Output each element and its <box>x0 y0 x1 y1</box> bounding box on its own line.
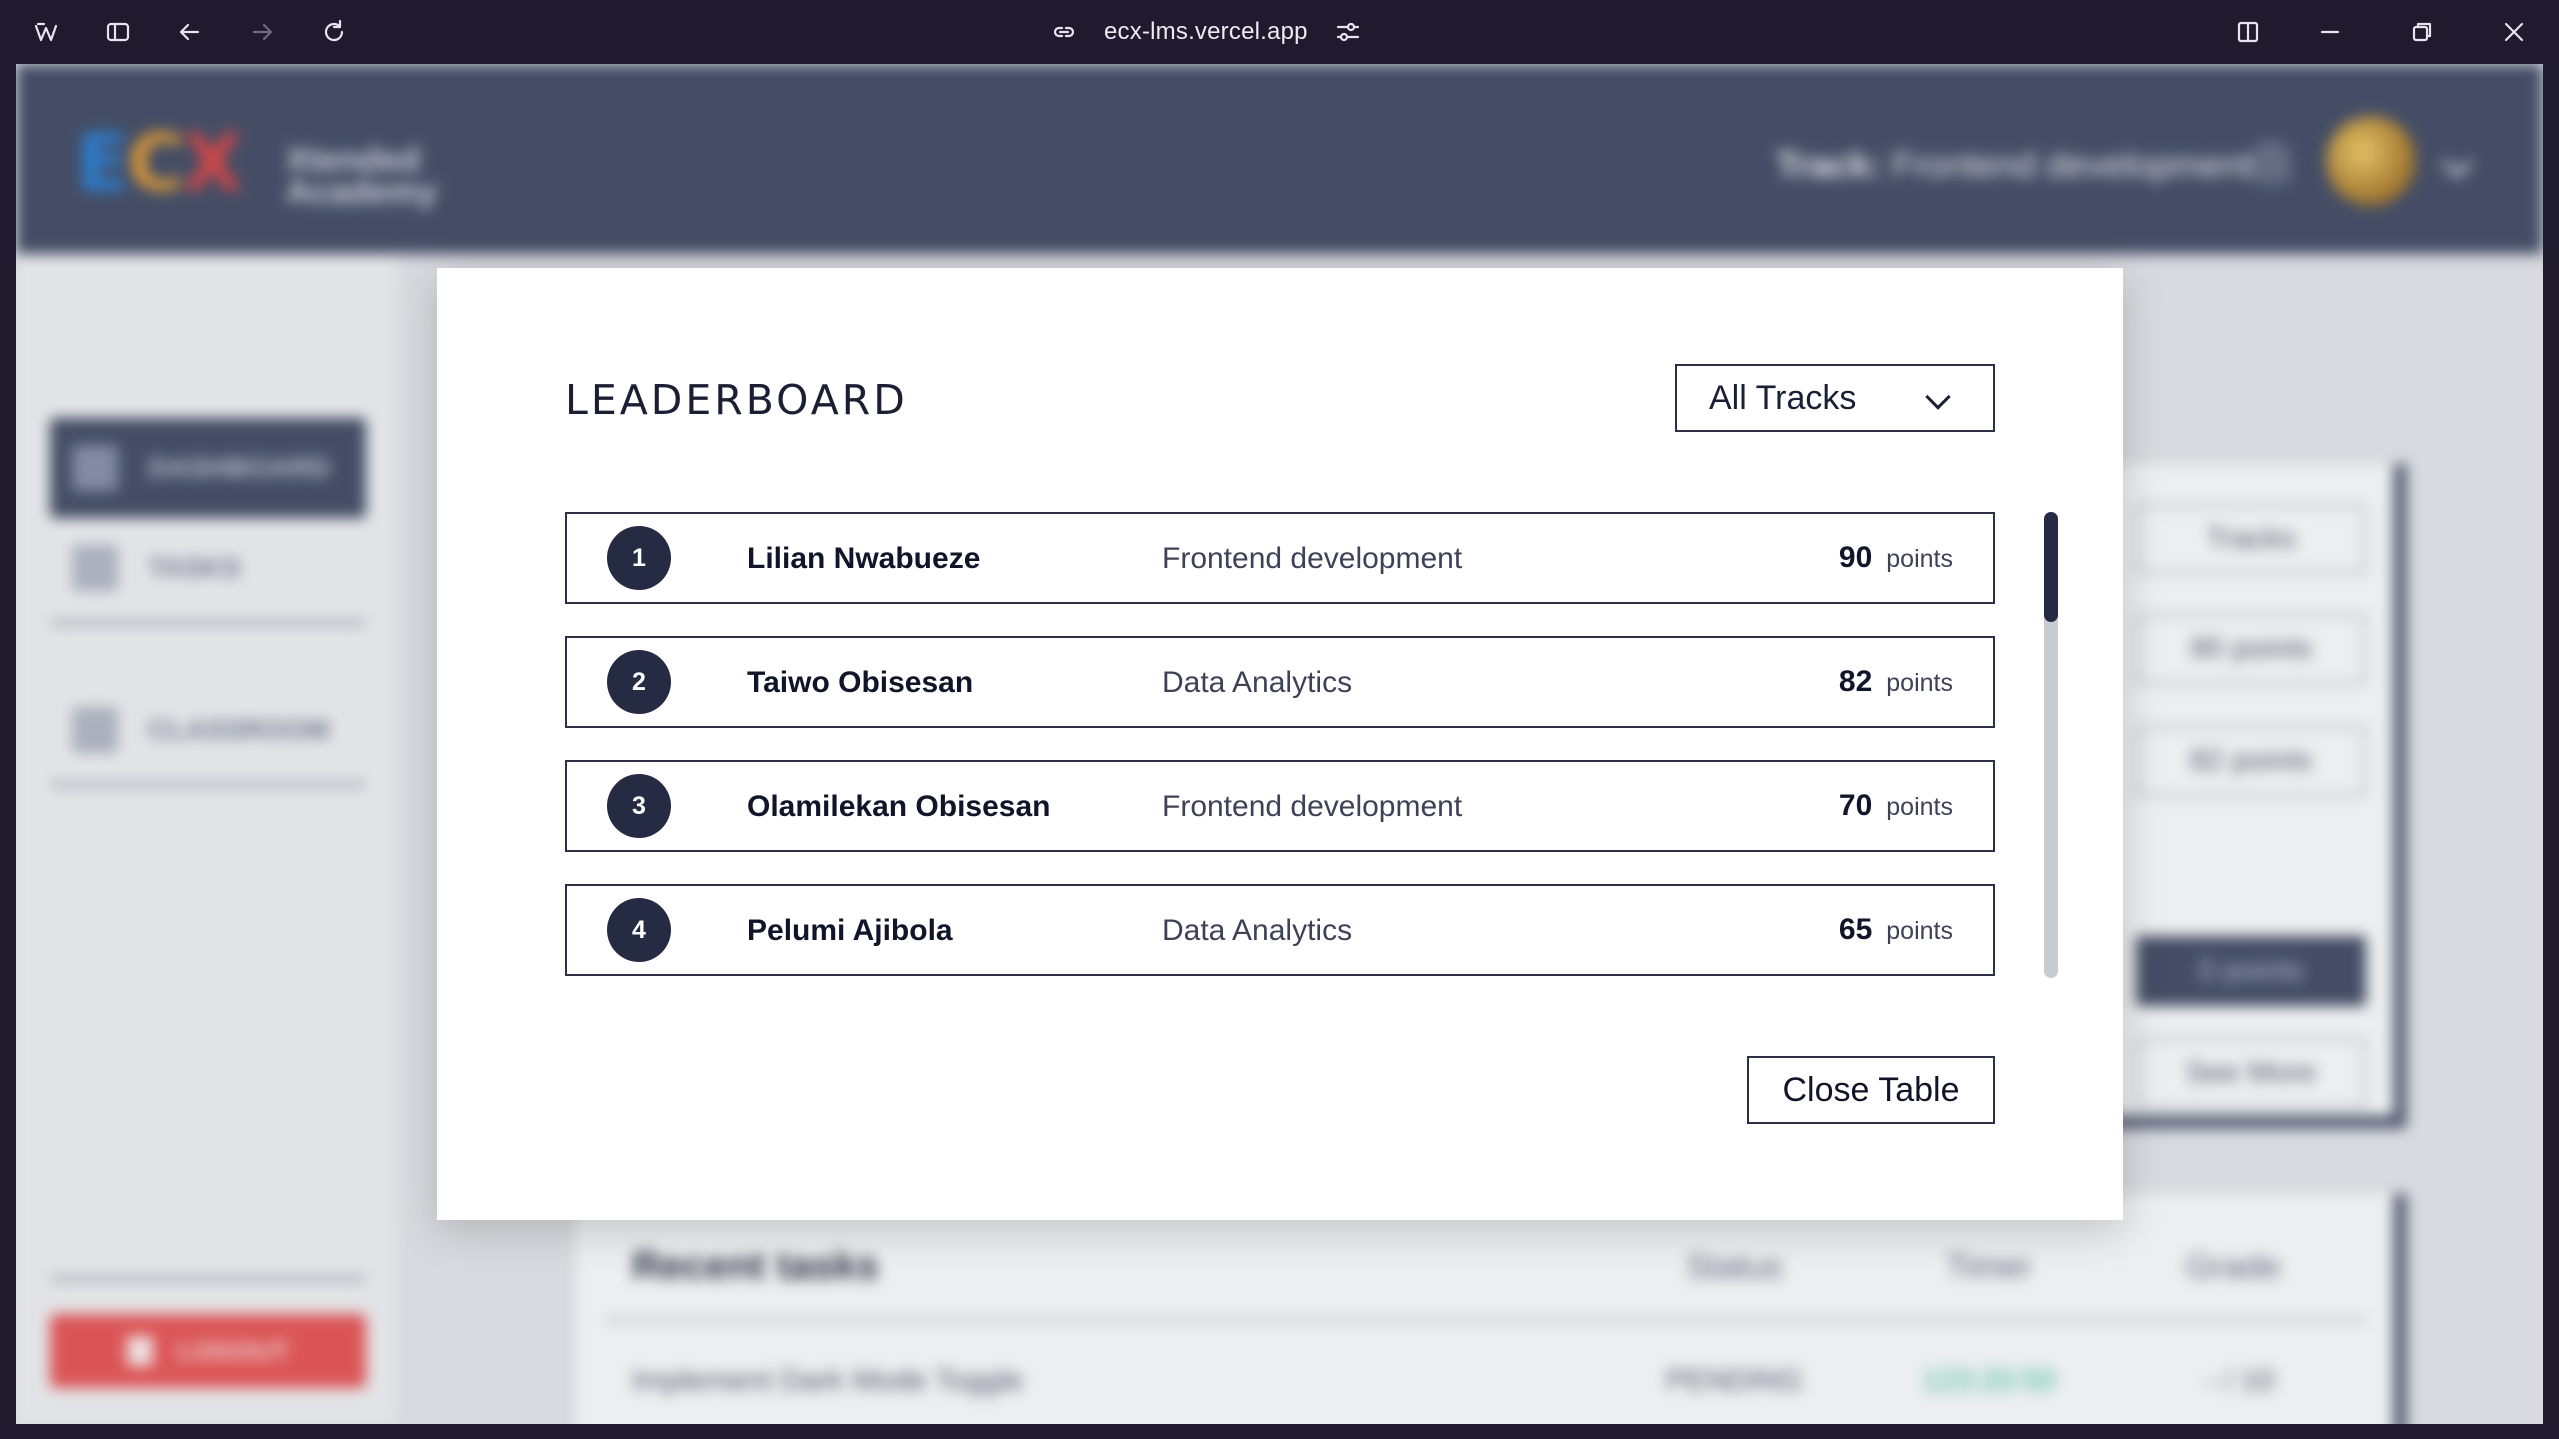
rank-badge: 3 <box>607 774 671 838</box>
browser-toolbar: ecx-lms.vercel.app <box>0 0 2559 64</box>
back-arrow-icon[interactable] <box>172 14 208 50</box>
points-value: 90 <box>1838 541 1873 574</box>
minimize-icon[interactable] <box>2312 14 2348 50</box>
points-unit: points <box>1886 669 1953 697</box>
track-filter-value: All Tracks <box>1709 378 1857 417</box>
student-track: Frontend development <box>1162 790 1463 823</box>
forward-arrow-icon[interactable] <box>244 14 280 50</box>
reload-icon[interactable] <box>316 14 352 50</box>
points-value: 65 <box>1838 913 1873 946</box>
rank-badge: 1 <box>607 526 671 590</box>
rank-badge: 2 <box>607 650 671 714</box>
student-track: Frontend development <box>1162 542 1463 575</box>
student-name: Taiwo Obisesan <box>747 666 974 699</box>
student-name: Lilian Nwabueze <box>747 542 981 575</box>
address-url[interactable]: ecx-lms.vercel.app <box>1104 18 1308 46</box>
points: 82 points <box>1839 665 1953 699</box>
leaderboard-row: 2 Taiwo Obisesan Data Analytics 82 points <box>565 636 1995 728</box>
sidebar-toggle-icon[interactable] <box>100 14 136 50</box>
close-window-icon[interactable] <box>2496 14 2532 50</box>
leaderboard-modal: LEADERBOARD All Tracks 1 Lilian Nwabueze… <box>437 268 2123 1220</box>
address-bar[interactable]: ecx-lms.vercel.app <box>1050 12 1362 52</box>
points-unit: points <box>1886 793 1953 821</box>
leaderboard-row: 4 Pelumi Ajibola Data Analytics 65 points <box>565 884 1995 976</box>
student-name: Pelumi Ajibola <box>747 914 953 947</box>
points: 65 points <box>1839 913 1953 947</box>
points-value: 82 <box>1838 665 1873 698</box>
points: 70 points <box>1839 789 1953 823</box>
student-track: Data Analytics <box>1162 666 1353 699</box>
student-name: Olamilekan Obisesan <box>747 790 1051 823</box>
link-icon <box>1053 26 1075 38</box>
split-view-icon[interactable] <box>2230 14 2266 50</box>
scrollbar-thumb[interactable] <box>2044 512 2058 622</box>
leaderboard-row: 1 Lilian Nwabueze Frontend development 9… <box>565 512 1995 604</box>
rank-badge: 4 <box>607 898 671 962</box>
scrollbar[interactable] <box>2044 512 2058 978</box>
restore-icon[interactable] <box>2404 14 2440 50</box>
student-track: Data Analytics <box>1162 914 1353 947</box>
points-value: 70 <box>1838 789 1873 822</box>
chevron-down-icon <box>1925 384 1951 410</box>
points: 90 points <box>1839 541 1953 575</box>
site-settings-icon[interactable] <box>1334 18 1362 46</box>
leaderboard-title: LEADERBOARD <box>565 376 908 424</box>
points-unit: points <box>1886 917 1953 945</box>
leaderboard-row: 3 Olamilekan Obisesan Frontend developme… <box>565 760 1995 852</box>
browser-menu-icon[interactable] <box>28 14 64 50</box>
close-table-button[interactable]: Close Table <box>1747 1056 1995 1124</box>
track-filter-select[interactable]: All Tracks <box>1675 364 1995 432</box>
points-unit: points <box>1886 545 1953 573</box>
